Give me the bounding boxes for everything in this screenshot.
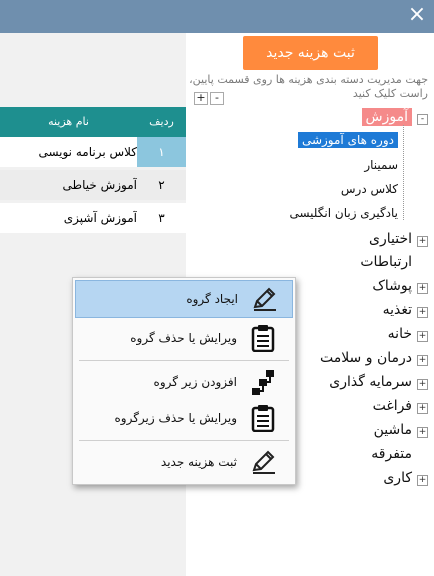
- clipboard-icon: [251, 325, 275, 352]
- tree-expander[interactable]: +: [417, 283, 428, 294]
- table-row[interactable]: آموزش خیاطی ۲: [0, 170, 186, 200]
- tree-category[interactable]: سرمایه گذاری: [329, 374, 412, 390]
- tree-expander[interactable]: +: [417, 403, 428, 414]
- menu-separator: [79, 360, 289, 361]
- hierarchy-icon: [252, 370, 274, 395]
- tree-child[interactable]: کلاس درس: [341, 182, 398, 196]
- tree-category[interactable]: تغذیه: [383, 302, 412, 318]
- menu-item-label: ویرایش یا حذف گروه: [130, 331, 237, 345]
- tree-category[interactable]: متفرقه: [371, 446, 412, 462]
- context-menu: ایجاد گروه ویرایش یا حذف گروه افزودن زیر…: [72, 277, 296, 485]
- table-row[interactable]: کلاس برنامه نویسی ۱: [0, 137, 186, 167]
- collapse-all-button[interactable]: -: [210, 92, 224, 105]
- row-name: آموزش خیاطی: [62, 178, 137, 192]
- menu-item-label: ایجاد گروه: [186, 292, 238, 306]
- title-bar: [0, 0, 434, 33]
- row-name: آموزش آشپزی: [63, 211, 137, 225]
- tree-expander[interactable]: +: [417, 307, 428, 318]
- menu-separator: [79, 440, 289, 441]
- menu-edit-group[interactable]: ویرایش یا حذف گروه: [75, 320, 291, 356]
- tree-root-amoozesh[interactable]: آموزش: [361, 108, 412, 126]
- row-number: ۱: [137, 137, 186, 167]
- tree-expander[interactable]: +: [417, 331, 428, 342]
- tree-category[interactable]: اختیاری: [369, 231, 412, 247]
- menu-edit-subgroup[interactable]: ویرایش یا حذف زیرگروه: [75, 400, 291, 436]
- tree-child-selected[interactable]: دوره های آموزشی: [297, 132, 398, 148]
- pencil-icon: [253, 287, 276, 311]
- grid-header-name[interactable]: نام هزینه: [0, 107, 137, 137]
- clipboard-icon: [251, 405, 275, 432]
- close-icon[interactable]: ×: [406, 3, 428, 27]
- tree-category[interactable]: پوشاک: [372, 278, 412, 294]
- menu-item-label: ویرایش یا حذف زیرگروه: [114, 411, 238, 425]
- new-expense-button[interactable]: ثبت هزینه جدید: [243, 36, 378, 70]
- table-row[interactable]: آموزش آشپزی ۳: [0, 203, 186, 233]
- menu-create-group[interactable]: ایجاد گروه: [75, 280, 293, 318]
- tree-expander[interactable]: +: [417, 236, 428, 247]
- tree-child[interactable]: سمینار: [364, 158, 398, 172]
- grid-header-num[interactable]: ردیف: [137, 107, 186, 137]
- tree-child[interactable]: یادگیری زبان انگلیسی: [289, 206, 398, 220]
- tree-category[interactable]: درمان و سلامت: [320, 350, 412, 366]
- row-number: ۲: [158, 178, 165, 192]
- row-number: ۳: [158, 211, 165, 225]
- pencil-icon: [252, 450, 275, 474]
- menu-item-label: ثبت هزینه جدید: [160, 455, 237, 469]
- tree-category[interactable]: فراغت: [373, 398, 412, 414]
- tree-expander[interactable]: +: [417, 379, 428, 390]
- tree-expander[interactable]: +: [417, 355, 428, 366]
- menu-item-label: افزودن زیر گروه: [153, 375, 237, 389]
- row-name: کلاس برنامه نویسی: [38, 145, 137, 159]
- tree-category[interactable]: خانه: [388, 326, 412, 342]
- tree-category[interactable]: کاری: [383, 470, 412, 486]
- tree-category[interactable]: ارتباطات: [360, 254, 412, 270]
- tree-expander[interactable]: +: [417, 475, 428, 486]
- menu-add-subgroup[interactable]: افزودن زیر گروه: [75, 364, 291, 400]
- tree-category[interactable]: ماشین: [374, 422, 412, 438]
- tree-connector: [403, 125, 404, 220]
- hint-text: جهت مدیریت دسته بندی هزینه ها روی قسمت پ…: [189, 73, 428, 100]
- menu-new-expense[interactable]: ثبت هزینه جدید: [75, 444, 291, 480]
- tree-expander[interactable]: +: [417, 427, 428, 438]
- tree-expander[interactable]: -: [417, 114, 428, 125]
- expand-all-button[interactable]: +: [194, 92, 208, 105]
